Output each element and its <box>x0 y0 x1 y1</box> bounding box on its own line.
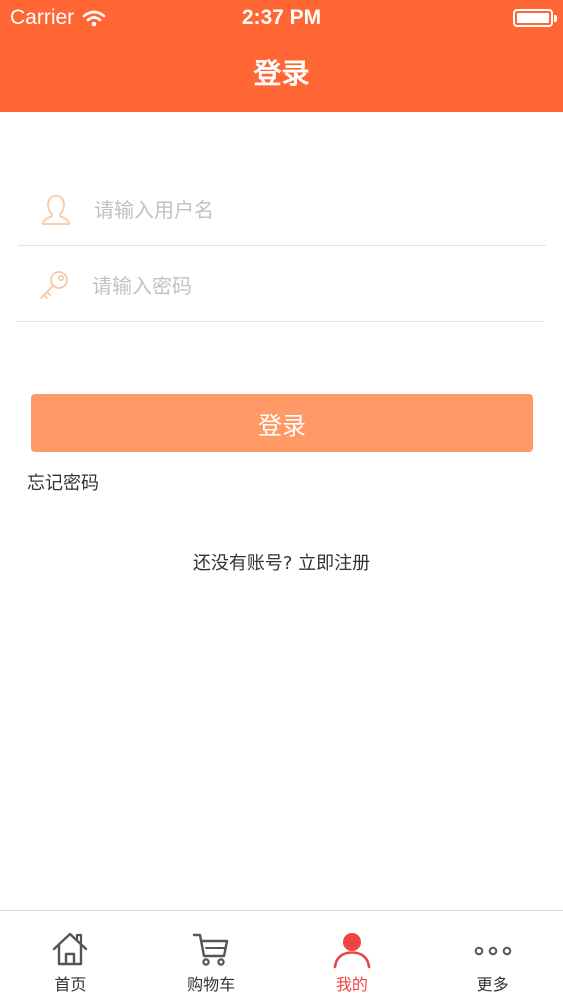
password-field[interactable] <box>16 250 544 322</box>
tab-home[interactable]: 首页 <box>0 911 141 1000</box>
tab-cart-label: 购物车 <box>187 975 236 994</box>
status-time: 2:37 PM <box>241 6 322 29</box>
tab-home-label: 首页 <box>54 975 87 994</box>
tab-more-label: 更多 <box>476 975 509 994</box>
tab-mine[interactable]: 我的 <box>282 911 423 1000</box>
key-icon <box>40 270 68 299</box>
forgot-password-link[interactable]: 忘记密码 <box>27 471 99 497</box>
register-link[interactable]: 还没有账号? 立即注册 <box>0 551 563 577</box>
cart-icon <box>192 933 229 966</box>
username-input[interactable] <box>94 189 546 230</box>
password-input[interactable] <box>92 265 544 306</box>
tab-cart[interactable]: 购物车 <box>141 911 282 1000</box>
tab-mine-label: 我的 <box>335 975 368 994</box>
username-field[interactable] <box>18 174 546 246</box>
user-icon <box>333 933 371 969</box>
more-icon <box>474 946 511 956</box>
page-title: 登录 <box>253 57 310 90</box>
tab-bar: 首页 购物车 我的 更多 <box>0 910 563 1000</box>
home-icon <box>53 932 88 966</box>
login-button[interactable]: 登录 <box>31 394 533 452</box>
battery-icon <box>513 9 557 27</box>
nav-header: Carrier 2:37 PM 登录 <box>0 0 563 112</box>
user-outline-icon <box>42 194 70 225</box>
tab-more[interactable]: 更多 <box>422 911 563 1000</box>
status-bar: Carrier 2:37 PM <box>0 0 563 36</box>
